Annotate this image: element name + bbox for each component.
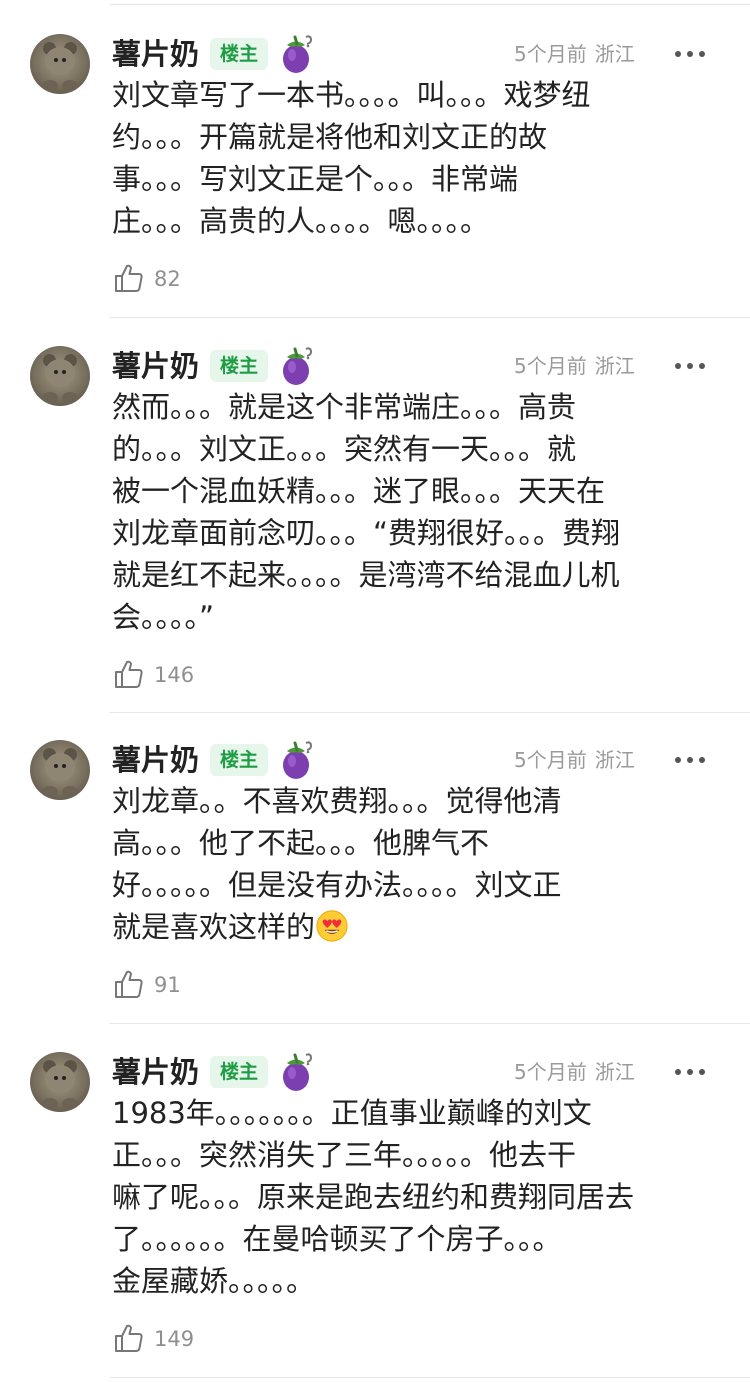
top-divider bbox=[110, 4, 750, 5]
avatar[interactable] bbox=[30, 1052, 90, 1112]
avatar[interactable] bbox=[30, 740, 90, 800]
comment-line: 嘛了呢。。。原来是跑去纽约和费翔同居去 bbox=[112, 1180, 635, 1214]
eggplant-icon bbox=[283, 1053, 313, 1091]
comment-line: 事。。。写刘文正是个。。。非常端 bbox=[112, 162, 519, 196]
comment-meta: 5个月前 浙江 bbox=[514, 352, 635, 380]
comment-line: 的。。。刘文正。。。突然有一天。。。就 bbox=[112, 432, 577, 466]
comment-item: 薯片奶 楼主 5个月前 浙江 然而。。。就是这个非常端庄。。。高贵 的。。。刘文正… bbox=[0, 346, 750, 713]
comment-line: 被一个混血妖精。。。迷了眼。。。天天在 bbox=[112, 474, 606, 508]
op-badge: 楼主 bbox=[210, 38, 268, 70]
comment-text: 然而。。。就是这个非常端庄。。。高贵 的。。。刘文正。。。突然有一天。。。就 被… bbox=[112, 386, 712, 638]
comment-line: 庄。。。高贵的人。。。。嗯。。。。 bbox=[112, 204, 490, 238]
more-options-icon[interactable] bbox=[672, 752, 708, 768]
comment-meta: 5个月前 浙江 bbox=[514, 746, 635, 774]
op-badge: 楼主 bbox=[210, 744, 268, 776]
comment-meta: 5个月前 浙江 bbox=[514, 40, 635, 68]
thumbs-up-icon bbox=[115, 1324, 143, 1352]
comment-text: 1983年。。。。。。。正值事业巅峰的刘文 正。。。突然消失了三年。。。。。他去… bbox=[112, 1092, 712, 1302]
thumbs-up-icon bbox=[115, 660, 143, 688]
comment-line: 高。。。他了不起。。。他脾气不 bbox=[112, 826, 490, 860]
eggplant-icon bbox=[283, 741, 313, 779]
like-count: 149 bbox=[154, 1327, 195, 1351]
like-count: 146 bbox=[154, 663, 195, 687]
heart-eyes-emoji bbox=[316, 910, 348, 942]
comment-time: 5个月前 bbox=[514, 748, 587, 772]
divider bbox=[110, 712, 750, 713]
op-badge: 楼主 bbox=[210, 350, 268, 382]
comment-line: 就是红不起来。。。。是湾湾不给混血儿机 bbox=[112, 558, 620, 592]
comment-line-with-emoji: 就是喜欢这样的 bbox=[112, 906, 712, 948]
comment-location: 浙江 bbox=[594, 42, 635, 66]
author-name[interactable]: 薯片奶 bbox=[112, 740, 199, 780]
comment-item: 薯片奶 楼主 5个月前 浙江 1983年。。。。。。。正值事业巅峰的刘文 正。。。… bbox=[0, 1052, 750, 1382]
comment-text: 刘龙章。。不喜欢费翔。。。觉得他清 高。。。他了不起。。。他脾气不 好。。。。。… bbox=[112, 780, 712, 948]
comment-location: 浙江 bbox=[594, 1060, 635, 1084]
more-options-icon[interactable] bbox=[672, 46, 708, 62]
like-count: 82 bbox=[154, 267, 181, 291]
more-options-icon[interactable] bbox=[672, 1064, 708, 1080]
comment-line: 约。。。开篇就是将他和刘文正的故 bbox=[112, 120, 548, 154]
divider bbox=[110, 1377, 750, 1378]
comment-line: 1983年。。。。。。。正值事业巅峰的刘文 bbox=[112, 1096, 592, 1130]
comment-line: 好。。。。。但是没有办法。。。。刘文正 bbox=[112, 868, 562, 902]
comment-line: 金屋藏娇。。。。。 bbox=[112, 1264, 316, 1298]
divider bbox=[110, 1023, 750, 1024]
comment-location: 浙江 bbox=[594, 354, 635, 378]
comment-time: 5个月前 bbox=[514, 1060, 587, 1084]
comment-text: 刘文章写了一本书。。。。叫。。。戏梦纽 约。。。开篇就是将他和刘文正的故 事。。… bbox=[112, 74, 712, 242]
comment-item: 薯片奶 楼主 5个月前 浙江 刘文章写了一本书。。。。叫。。。戏梦纽 约。。。开篇… bbox=[0, 34, 750, 318]
author-name[interactable]: 薯片奶 bbox=[112, 346, 199, 386]
comment-time: 5个月前 bbox=[514, 42, 587, 66]
comment-line: 然而。。。就是这个非常端庄。。。高贵 bbox=[112, 390, 577, 424]
comment-line: 刘文章写了一本书。。。。叫。。。戏梦纽 bbox=[112, 78, 591, 112]
comment-line: 刘龙章。。不喜欢费翔。。。觉得他清 bbox=[112, 784, 562, 818]
comment-line: 了。。。。。。在曼哈顿买了个房子。。。 bbox=[112, 1222, 562, 1256]
thumbs-up-icon bbox=[115, 264, 143, 292]
avatar[interactable] bbox=[30, 34, 90, 94]
comment-line: 正。。。突然消失了三年。。。。。他去干 bbox=[112, 1138, 577, 1172]
eggplant-icon bbox=[283, 347, 313, 385]
comment-line: 会。。。。” bbox=[112, 600, 215, 634]
more-options-icon[interactable] bbox=[672, 358, 708, 374]
comment-meta: 5个月前 浙江 bbox=[514, 1058, 635, 1086]
thumbs-up-icon bbox=[115, 970, 143, 998]
author-name[interactable]: 薯片奶 bbox=[112, 1052, 199, 1092]
comment-time: 5个月前 bbox=[514, 354, 587, 378]
comment-line: 就是喜欢这样的 bbox=[112, 910, 316, 944]
divider bbox=[110, 317, 750, 318]
author-name[interactable]: 薯片奶 bbox=[112, 34, 199, 74]
eggplant-icon bbox=[283, 35, 313, 73]
op-badge: 楼主 bbox=[210, 1056, 268, 1088]
comment-location: 浙江 bbox=[594, 748, 635, 772]
comment-item: 薯片奶 楼主 5个月前 浙江 刘龙章。。不喜欢费翔。。。觉得他清 高。。。他了不起… bbox=[0, 740, 750, 1024]
like-count: 91 bbox=[154, 973, 181, 997]
avatar[interactable] bbox=[30, 346, 90, 406]
comment-line: 刘龙章面前念叨。。。“费翔很好。。。费翔 bbox=[112, 516, 621, 550]
